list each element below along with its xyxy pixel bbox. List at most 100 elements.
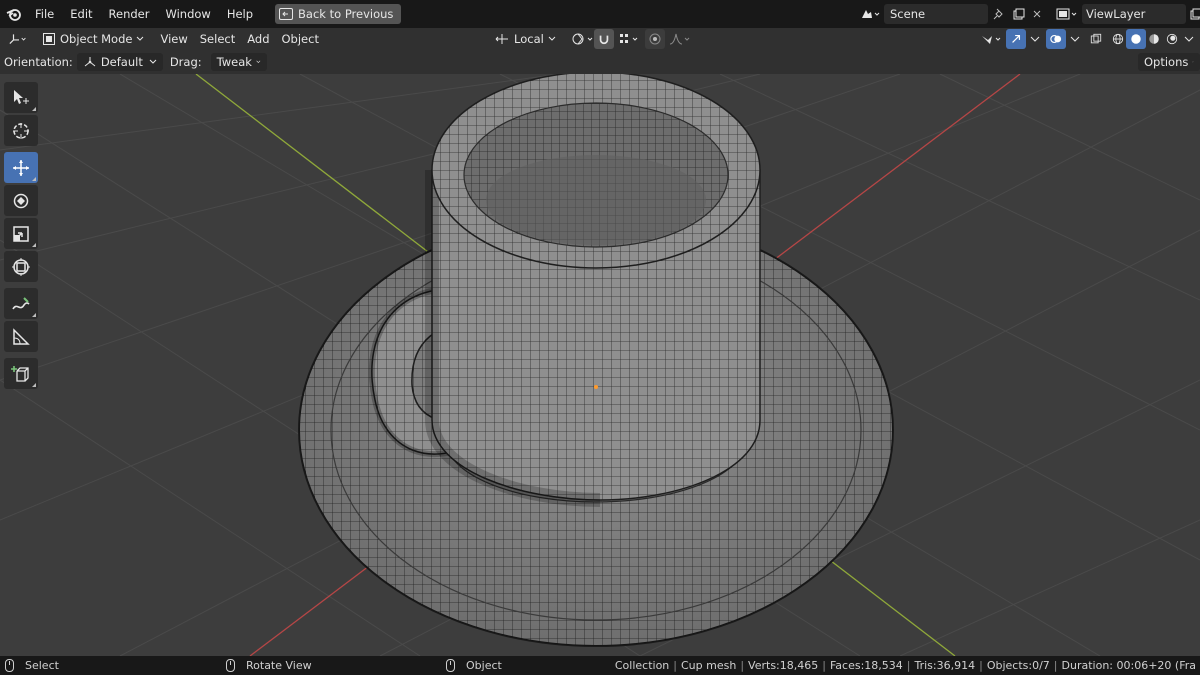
chevron-down-icon	[1030, 36, 1040, 42]
drag-dropdown[interactable]: Tweak	[210, 53, 267, 71]
3d-viewport[interactable]	[0, 74, 1200, 656]
mouse-middle-icon	[226, 659, 235, 672]
falloff-dropdown[interactable]	[664, 29, 696, 49]
annotate-icon	[12, 296, 30, 309]
selectability-icon	[982, 36, 1001, 44]
snap-toggle[interactable]	[594, 29, 614, 49]
tool-settings-bar: Orientation: Default Drag: Tweak Options	[0, 50, 1200, 74]
object-mode-dropdown[interactable]: Object Mode	[38, 29, 148, 49]
select-box-icon	[14, 89, 29, 104]
orientation-value: Default	[100, 55, 143, 69]
mouse-left-icon	[5, 659, 14, 672]
viewport-scene[interactable]	[0, 74, 1200, 656]
stat-collection: Collection	[614, 659, 670, 672]
menu-help[interactable]: Help	[219, 3, 261, 25]
stat-object-name: Cup mesh	[681, 659, 737, 672]
overlays-dropdown[interactable]	[1066, 29, 1084, 49]
options-label: Options	[1144, 55, 1189, 69]
menu-window[interactable]: Window	[157, 3, 218, 25]
options-dropdown[interactable]: Options	[1138, 53, 1200, 71]
object-visibility-dropdown[interactable]	[976, 29, 1010, 49]
add-cube-tool[interactable]	[4, 358, 38, 389]
menu-view[interactable]: View	[154, 29, 193, 49]
magnet-icon	[599, 35, 609, 45]
delete-scene-icon[interactable]	[1028, 4, 1046, 24]
menu-render[interactable]: Render	[101, 3, 158, 25]
scale-tool[interactable]	[4, 218, 38, 249]
chevron-down-icon	[1070, 36, 1080, 42]
view-layer-browse-icon[interactable]	[1052, 4, 1082, 24]
scene-name-field[interactable]: Scene	[884, 4, 988, 24]
new-view-layer-icon[interactable]	[1186, 4, 1200, 24]
select-box-tool[interactable]	[4, 82, 38, 113]
rotate-tool[interactable]	[4, 185, 38, 216]
menu-object[interactable]: Object	[276, 29, 325, 49]
orientation-dropdown[interactable]: Default	[76, 53, 163, 71]
shading-material-button[interactable]	[1144, 29, 1164, 49]
shading-dropdown[interactable]	[1180, 29, 1198, 49]
viewport-header: Object Mode View Select Add Object Local	[0, 28, 1200, 50]
xray-icon	[1090, 33, 1102, 44]
back-to-previous-label: Back to Previous	[298, 7, 394, 21]
shading-solid-button[interactable]	[1126, 29, 1146, 49]
menu-edit[interactable]: Edit	[62, 3, 100, 25]
snap-target-dropdown[interactable]	[614, 29, 646, 49]
overlays-toggle[interactable]	[1046, 29, 1066, 49]
overlays-icon	[1050, 35, 1062, 43]
drag-value: Tweak	[216, 55, 252, 69]
cursor-tool[interactable]	[4, 115, 38, 146]
transform-orientation-dropdown[interactable]: Local	[490, 29, 560, 49]
stat-objects: Objects:0/7	[986, 659, 1050, 672]
chevron-down-icon	[149, 59, 157, 64]
status-object-hint: Object	[446, 656, 502, 675]
shading-rendered-button[interactable]	[1162, 29, 1182, 49]
chevron-down-icon	[256, 60, 261, 64]
chevron-down-icon	[548, 36, 556, 41]
drag-label: Drag:	[169, 55, 202, 69]
stat-duration: Duration: 00:06+20 (Fra	[1061, 659, 1196, 672]
status-object-label: Object	[466, 659, 502, 672]
measure-icon	[13, 327, 30, 345]
new-scene-icon[interactable]	[1010, 4, 1028, 24]
pivot-point-icon	[572, 33, 593, 45]
snap-grid-icon	[620, 34, 638, 43]
blender-logo-icon[interactable]	[3, 3, 25, 25]
gizmo-icon	[1012, 34, 1021, 43]
xray-toggle[interactable]	[1086, 29, 1106, 49]
scene-statistics: Collection | Cup mesh | Verts:18,465 | F…	[611, 656, 1200, 675]
view-layer-name: ViewLayer	[1086, 7, 1146, 21]
shading-wireframe-button[interactable]	[1108, 29, 1128, 49]
scale-icon	[13, 225, 29, 242]
status-select-hint: Select	[5, 656, 59, 675]
top-menu-bar: File Edit Render Window Help Back to Pre…	[0, 0, 1200, 28]
scene-browse-icon[interactable]	[856, 4, 884, 24]
menu-select[interactable]: Select	[194, 29, 241, 49]
status-rotate-hint: Rotate View	[226, 656, 312, 675]
editor-type-selector[interactable]	[4, 29, 34, 49]
transform-tool[interactable]	[4, 251, 38, 282]
measure-tool[interactable]	[4, 321, 38, 352]
solid-sphere-icon	[1131, 34, 1141, 44]
status-select-label: Select	[25, 659, 59, 672]
screen-back-icon	[279, 8, 294, 20]
object-mode-label: Object Mode	[60, 32, 133, 46]
rotate-icon	[13, 193, 29, 208]
move-tool[interactable]	[4, 152, 38, 183]
menu-file[interactable]: File	[27, 3, 62, 25]
gizmo-toggle[interactable]	[1006, 29, 1026, 49]
back-to-previous-button[interactable]: Back to Previous	[275, 4, 402, 24]
scene-name: Scene	[890, 7, 926, 21]
status-rotate-label: Rotate View	[246, 659, 312, 672]
proportional-editing-toggle[interactable]	[645, 29, 665, 49]
pin-icon[interactable]	[988, 4, 1010, 24]
annotate-tool[interactable]	[4, 288, 38, 319]
chevron-down-icon	[137, 36, 144, 41]
menu-add[interactable]: Add	[241, 29, 275, 49]
orientation-axes-icon	[495, 34, 508, 44]
gizmo-dropdown[interactable]	[1026, 29, 1044, 49]
rendered-sphere-icon	[1166, 33, 1178, 45]
view-layer-field[interactable]: ViewLayer	[1082, 4, 1186, 24]
scene-selector: Scene ViewLayer	[856, 4, 1200, 24]
chevron-down-icon	[1192, 61, 1194, 63]
transform-icon	[12, 257, 30, 276]
